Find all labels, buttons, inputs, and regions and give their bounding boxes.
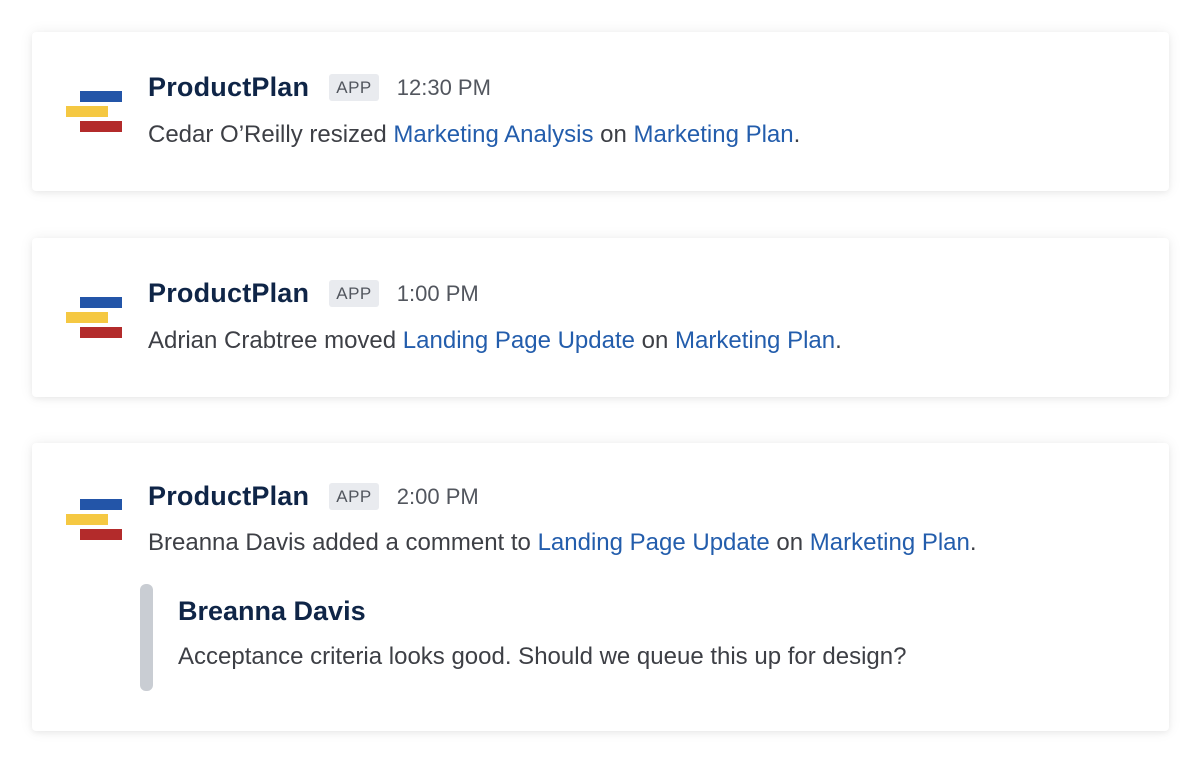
comment-author: Breanna Davis [178,596,366,626]
message-text: Breanna Davis added a comment to [148,529,538,556]
timestamp[interactable]: 12:30 PM [397,75,491,101]
notification-header: ProductPlan APP 1:00 PM [148,278,479,309]
timestamp[interactable]: 1:00 PM [397,281,479,307]
message-connector: on [769,529,810,556]
productplan-logo-icon [66,297,124,343]
logo-bar-yellow [66,312,108,323]
productplan-logo-icon [66,91,124,137]
notification-card: ProductPlan APP 1:00 PM Adrian Crabtree … [32,238,1169,397]
logo-bar-red [80,121,122,132]
item-link[interactable]: Marketing Analysis [393,121,593,148]
message-end: . [793,121,801,148]
notification-card: ProductPlan APP 12:30 PM Cedar O’Reilly … [32,32,1169,191]
logo-bar-red [80,327,122,338]
logo-bar-blue [80,297,122,308]
notification-message: Breanna Davis added a comment to Landing… [148,529,977,557]
logo-bar-blue [80,499,122,510]
plan-link[interactable]: Marketing Plan [675,327,835,354]
comment-text: Acceptance criteria looks good. Should w… [178,643,907,670]
plan-link[interactable]: Marketing Plan [810,529,970,556]
notification-header: ProductPlan APP 12:30 PM [148,72,491,103]
message-connector: on [635,327,676,354]
quote-bar [140,584,153,691]
logo-bar-red [80,529,122,540]
logo-bar-yellow [66,514,108,525]
message-text: Cedar O’Reilly resized [148,121,394,148]
notification-header: ProductPlan APP 2:00 PM [148,481,479,512]
plan-link[interactable]: Marketing Plan [634,121,794,148]
message-end: . [835,327,842,354]
logo-bar-blue [80,91,122,102]
item-link[interactable]: Landing Page Update [403,327,635,354]
message-text: Adrian Crabtree moved [148,327,403,354]
message-end: . [969,529,977,556]
app-name[interactable]: ProductPlan [148,481,309,512]
item-link[interactable]: Landing Page Update [538,529,770,556]
app-name[interactable]: ProductPlan [148,278,309,309]
notification-message: Adrian Crabtree moved Landing Page Updat… [148,327,842,355]
app-badge: APP [329,280,379,307]
message-connector: on [593,121,634,148]
notification-message: Cedar O’Reilly resized Marketing Analysi… [148,121,800,149]
logo-bar-yellow [66,106,108,117]
notification-card: ProductPlan APP 2:00 PM Breanna Davis ad… [32,443,1169,731]
productplan-logo-icon [66,499,124,545]
comment-quote: Breanna Davis Acceptance criteria looks … [140,584,1100,691]
app-badge: APP [329,483,379,510]
app-badge: APP [329,74,379,101]
timestamp[interactable]: 2:00 PM [397,484,479,510]
app-name[interactable]: ProductPlan [148,72,309,103]
